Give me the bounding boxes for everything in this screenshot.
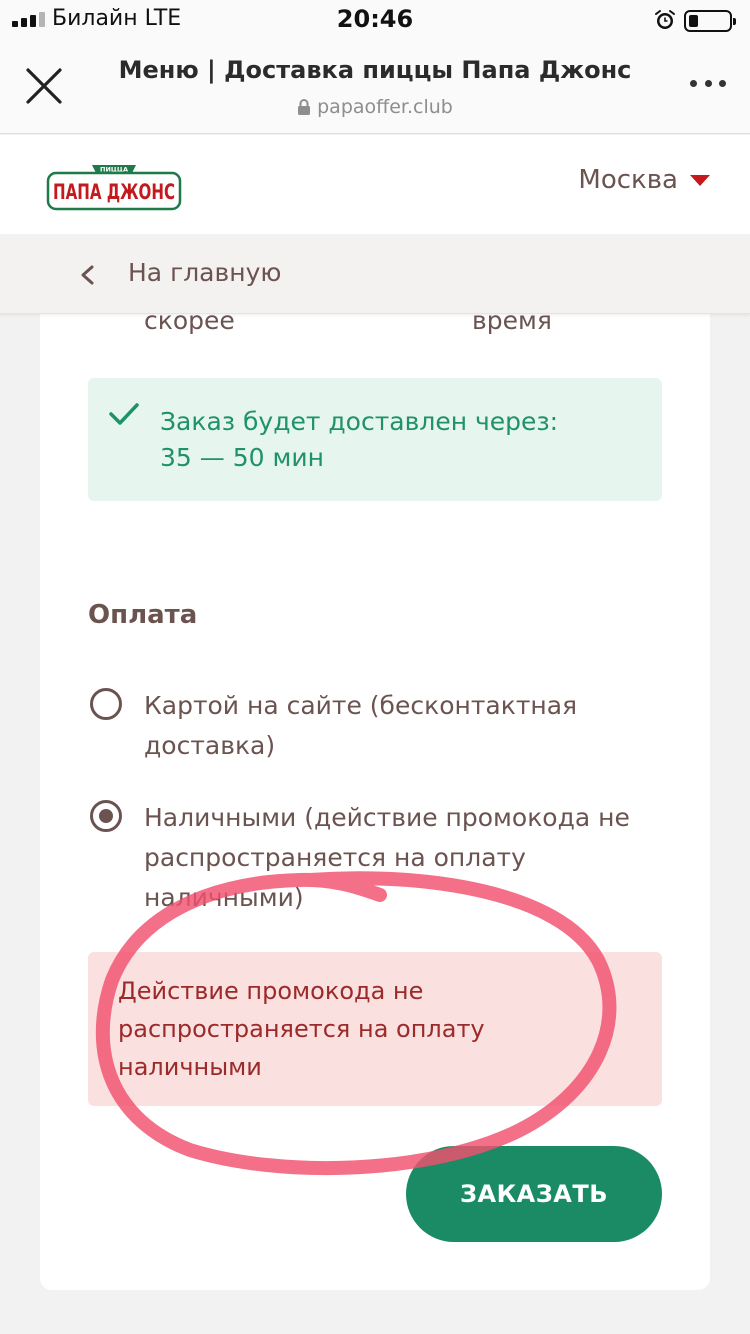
order-button[interactable]: ЗАКАЗАТЬ: [406, 1146, 662, 1242]
url-text: papaoffer.club: [317, 96, 453, 118]
delivery-estimate-time: 35 — 50 мин: [160, 443, 324, 472]
back-label: На главную: [128, 258, 282, 287]
site-header: ПИЦЦА ПАПА ДЖОНС Москва: [0, 135, 750, 234]
promo-warning-text: Действие промокода не распространяется н…: [118, 977, 485, 1081]
payment-section-title: Оплата: [88, 600, 198, 630]
payment-option-cash-label: Наличными (действие промокода не распрос…: [144, 803, 630, 912]
battery-icon: [684, 10, 736, 32]
caret-down-icon: [690, 174, 710, 186]
delivery-estimate-line: Заказ будет доставлен через:: [160, 407, 559, 436]
browser-header: Меню | Доставка пиццы Папа Джонс papaoff…: [0, 40, 750, 134]
alarm-clock-icon: [655, 10, 675, 29]
checkmark-icon: [109, 403, 139, 425]
city-label: Москва: [578, 165, 678, 195]
lock-icon: [298, 99, 311, 115]
chevron-left-icon: [81, 265, 94, 285]
page-title: Меню | Доставка пиццы Папа Джонс: [118, 56, 632, 84]
radio-selected[interactable]: [90, 800, 122, 832]
status-time: 20:46: [336, 5, 414, 33]
delivery-estimate-notice: Заказ будет доставлен через: 35 — 50 мин: [88, 378, 662, 501]
promo-warning: Действие промокода не распространяется н…: [88, 952, 662, 1106]
close-icon[interactable]: [22, 64, 66, 108]
back-to-home-link[interactable]: На главную: [0, 234, 750, 314]
radio-unselected[interactable]: [90, 688, 122, 720]
city-selector[interactable]: Москва: [578, 165, 710, 195]
papa-johns-logo[interactable]: ПИЦЦА ПАПА ДЖОНС: [46, 151, 182, 215]
status-bar: Билайн LTE 20:46: [0, 0, 750, 40]
payment-option-card-label: Картой на сайте (бесконтактная доставка): [144, 691, 578, 760]
more-options-icon[interactable]: [690, 80, 726, 92]
svg-text:ПАПА ДЖОНС: ПАПА ДЖОНС: [53, 180, 175, 204]
delivery-estimate-text: Заказ будет доставлен через: 35 — 50 мин: [160, 404, 558, 476]
order-form-card: скорее время Заказ будет доставлен через…: [40, 290, 710, 1290]
url-display[interactable]: papaoffer.club: [100, 96, 650, 118]
